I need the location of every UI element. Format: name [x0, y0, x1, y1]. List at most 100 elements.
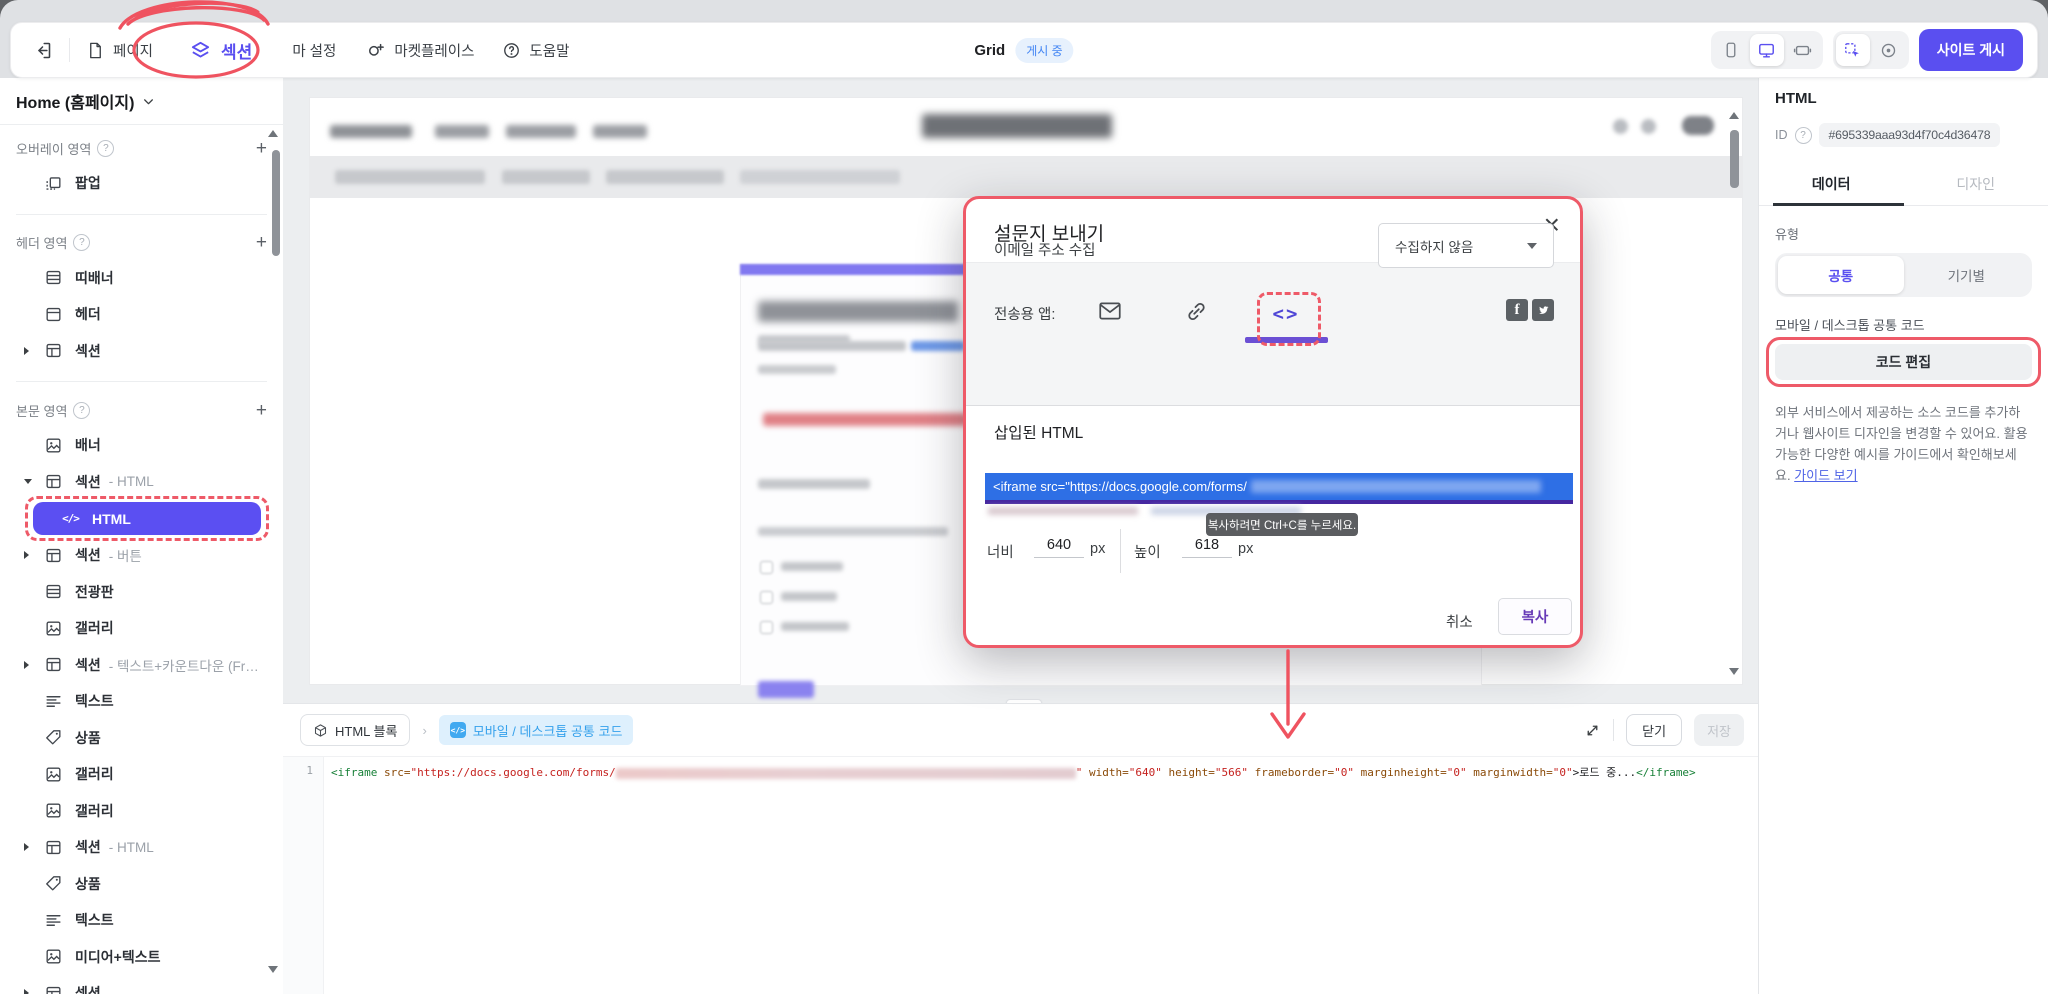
- sidebar-item-팝업[interactable]: 팝업: [0, 165, 283, 202]
- save-code-button[interactable]: 저장: [1694, 714, 1744, 746]
- canvas-scroll-up[interactable]: [1729, 112, 1739, 119]
- send-email-tab[interactable]: [1094, 295, 1126, 327]
- sidebar-item-섹션-HTML[interactable]: 섹션 - HTML: [0, 464, 283, 501]
- sidebar-item-헤더[interactable]: 헤더: [0, 296, 283, 333]
- sidebar-scrollbar-thumb[interactable]: [272, 150, 280, 256]
- sidebar-item-띠배너[interactable]: 띠배너: [0, 260, 283, 297]
- height-unit: px: [1238, 541, 1254, 557]
- sidebar-item-전광판[interactable]: 전광판: [0, 574, 283, 611]
- close-code-panel-button[interactable]: 닫기: [1626, 714, 1683, 746]
- collect-email-dropdown[interactable]: 수집하지 않음: [1378, 223, 1554, 268]
- segment-common[interactable]: 공통: [1778, 256, 1904, 294]
- send-link-tab[interactable]: [1180, 295, 1212, 327]
- id-help-icon[interactable]: ?: [1794, 126, 1812, 144]
- mobile-view-button[interactable]: [1714, 34, 1748, 66]
- sidebar-item-상품[interactable]: 상품: [0, 720, 283, 757]
- sidebar-divider: [16, 213, 267, 215]
- responsive-icon: [1794, 45, 1812, 55]
- edit-code-button[interactable]: 코드 편집: [1775, 344, 2032, 380]
- embed-code-field[interactable]: <iframe src="https://docs.google.com/for…: [985, 473, 1573, 500]
- code-line[interactable]: <iframe src="https://docs.google.com/for…: [331, 764, 1754, 780]
- preview-icon: [1882, 43, 1896, 57]
- desktop-view-button[interactable]: [1749, 34, 1784, 66]
- code-editor[interactable]: 1 <iframe src="https://docs.google.com/f…: [283, 757, 1758, 994]
- sidebar-item-갤러리[interactable]: 갤러리: [0, 793, 283, 830]
- blurred-placeholder: [760, 561, 773, 574]
- preview-button[interactable]: [1872, 34, 1906, 66]
- sidebar-item-섹션-버튼[interactable]: 섹션 - 버튼: [0, 537, 283, 574]
- tab-theme-settings[interactable]: 마 설정: [292, 40, 336, 61]
- mode-toggle-group: [1832, 31, 1909, 69]
- tab-pages[interactable]: 페이지: [86, 40, 153, 61]
- section-icon: [44, 341, 63, 360]
- select-mode-button[interactable]: [1835, 34, 1870, 66]
- canvas-scrollbar-thumb[interactable]: [1730, 130, 1739, 188]
- expand-icon[interactable]: [1584, 722, 1601, 739]
- sidebar-item-텍스트[interactable]: 텍스트: [0, 683, 283, 720]
- rows-icon: [44, 582, 63, 601]
- blurred-placeholder: [763, 413, 968, 426]
- publish-site-button[interactable]: 사이트 게시: [1918, 29, 2023, 71]
- page-selector[interactable]: Home (홈페이지): [0, 78, 283, 125]
- sidebar-item-갤러리[interactable]: 갤러리: [0, 756, 283, 793]
- add-section-button[interactable]: +: [256, 401, 267, 420]
- copy-button[interactable]: 복사: [1498, 598, 1572, 635]
- image-icon: [44, 436, 63, 455]
- sidebar-item-미디어+텍스트[interactable]: 미디어+텍스트: [0, 939, 283, 976]
- active-tab-underline: [1773, 203, 1904, 206]
- width-input[interactable]: 640: [1034, 537, 1084, 558]
- editor-window: 페이지 섹션 마 설정 마켓플레이스 도움말 Grid 게시 중 사이트 게시 …: [0, 0, 2048, 994]
- sidebar-item-섹션-텍스트카운트다운Fres[interactable]: 섹션 - 텍스트+카운트다운 (Fres...: [0, 647, 283, 684]
- sidebar-item-갤러리[interactable]: 갤러리: [0, 610, 283, 647]
- cube-icon: [314, 723, 327, 737]
- common-code-label: 모바일 / 데스크톱 공통 코드: [1775, 318, 1925, 333]
- panel-resize-handle[interactable]: [1006, 699, 1042, 703]
- responsive-view-button[interactable]: [1786, 34, 1820, 66]
- sidebar-item-섹션-HTML[interactable]: 섹션 - HTML: [0, 829, 283, 866]
- sidebar-item-상품[interactable]: 상품: [0, 866, 283, 903]
- sidebar-item-섹션[interactable]: 섹션: [0, 975, 283, 994]
- caret-right-icon[interactable]: [24, 551, 29, 560]
- guide-link[interactable]: 가이드 보기: [1794, 468, 1857, 483]
- add-section-button[interactable]: +: [256, 233, 267, 252]
- send-embed-tab[interactable]: <>: [1270, 298, 1302, 330]
- device-toggle-group: [1710, 31, 1823, 69]
- add-section-button[interactable]: +: [256, 139, 267, 158]
- caret-right-icon[interactable]: [24, 660, 29, 669]
- tab-sections[interactable]: 섹션: [179, 32, 262, 69]
- sidebar-divider: [16, 381, 267, 382]
- line-number-gutter: 1: [283, 757, 324, 994]
- exit-editor-button[interactable]: [29, 34, 55, 66]
- share-facebook-button[interactable]: f: [1506, 299, 1528, 321]
- sidebar-scroll-up[interactable]: [268, 130, 278, 137]
- breadcrumb-html-block[interactable]: HTML 블록: [300, 714, 411, 746]
- canvas-scroll-down[interactable]: [1729, 668, 1739, 675]
- caret-down-icon[interactable]: [24, 479, 32, 485]
- sidebar-scroll-down[interactable]: [268, 966, 278, 973]
- share-twitter-button[interactable]: [1532, 299, 1554, 321]
- tab-data[interactable]: 데이터: [1759, 163, 1904, 205]
- header-divider: [1613, 719, 1615, 741]
- sidebar-item-HTML[interactable]: </> HTML: [25, 496, 269, 541]
- tab-help[interactable]: 도움말: [502, 40, 569, 61]
- embedded-html-heading: 삽입된 HTML: [994, 425, 1084, 442]
- cancel-button[interactable]: 취소: [1436, 603, 1483, 640]
- caret-right-icon[interactable]: [24, 843, 29, 852]
- sidebar-item-섹션[interactable]: 섹션: [0, 333, 283, 370]
- blurred-placeholder: [760, 621, 773, 634]
- tab-design[interactable]: 디자인: [1904, 163, 2048, 205]
- breadcrumb-common-code[interactable]: </> 모바일 / 데스크톱 공통 코드: [438, 715, 634, 745]
- top-toolbar: 페이지 섹션 마 설정 마켓플레이스 도움말 Grid 게시 중 사이트 게시: [10, 22, 2038, 78]
- exit-icon: [37, 42, 50, 58]
- caret-right-icon[interactable]: [24, 989, 29, 994]
- caret-right-icon[interactable]: [24, 346, 29, 355]
- height-input[interactable]: 618: [1182, 537, 1232, 558]
- blurred-placeholder: [1641, 119, 1656, 134]
- modal-options-band: [966, 262, 1580, 406]
- sidebar-item-배너[interactable]: 배너: [0, 427, 283, 464]
- segment-per-device[interactable]: 기기별: [1904, 256, 2030, 294]
- tab-marketplace[interactable]: 마켓플레이스: [366, 40, 474, 61]
- sidebar-item-텍스트[interactable]: 텍스트: [0, 902, 283, 939]
- image-icon: [44, 619, 63, 638]
- text-icon: [44, 692, 63, 711]
